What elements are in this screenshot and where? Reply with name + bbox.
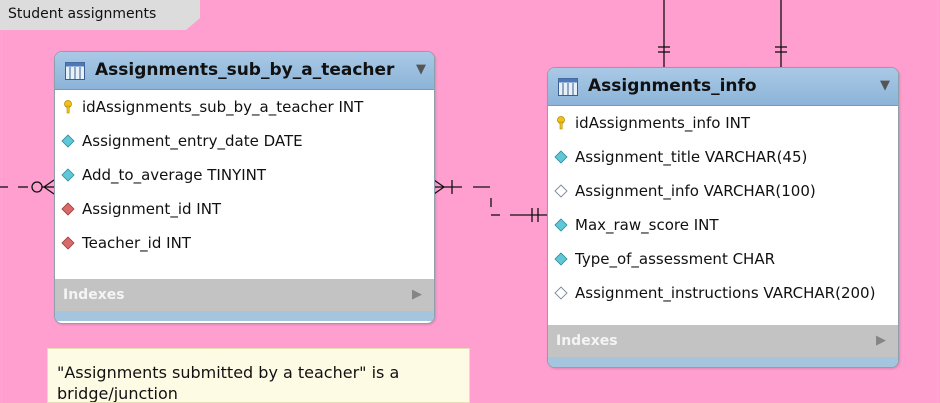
table-assignments-info[interactable]: Assignments_info ▼ idAssignments_info IN…	[547, 67, 899, 368]
column-row[interactable]: Max_raw_score INT	[548, 208, 898, 242]
column-label: Max_raw_score INT	[575, 216, 719, 234]
column-row[interactable]: Assignment_instructions VARCHAR(200)	[548, 276, 898, 310]
collapse-triangle-icon[interactable]: ▼	[880, 78, 890, 93]
column-label: idAssignments_info INT	[575, 114, 751, 132]
column-row[interactable]: Assignment_id INT	[55, 192, 434, 226]
not-null-diamond-icon	[61, 168, 75, 182]
column-label: Type_of_assessment CHAR	[575, 250, 776, 268]
not-null-diamond-icon	[554, 218, 568, 232]
table-name: Assignments_info	[588, 76, 757, 96]
primary-key-icon	[64, 100, 72, 114]
column-row[interactable]: idAssignments_info INT	[548, 106, 898, 140]
column-row[interactable]: Assignment_info VARCHAR(100)	[548, 174, 898, 208]
note-box[interactable]: "Assignments submitted by a teacher" is …	[47, 348, 470, 403]
table-assignments-sub-by-a-teacher[interactable]: Assignments_sub_by_a_teacher ▼ idAssignm…	[54, 51, 435, 324]
column-row[interactable]: Assignment_title VARCHAR(45)	[548, 140, 898, 174]
column-row[interactable]: idAssignments_sub_by_a_teacher INT	[55, 90, 434, 124]
indexes-label: Indexes	[556, 333, 618, 349]
table-icon	[558, 78, 578, 96]
expand-arrow-icon[interactable]: ▶	[876, 333, 886, 348]
foreign-key-diamond-icon	[61, 202, 75, 216]
column-label: Assignment_title VARCHAR(45)	[575, 148, 808, 166]
note-text: "Assignments submitted by a teacher" is …	[57, 363, 400, 403]
crows-foot-marker	[43, 186, 55, 195]
table-icon	[65, 62, 85, 80]
column-label: Assignment_entry_date DATE	[82, 132, 303, 150]
crows-foot-marker	[43, 179, 55, 188]
table-footer	[55, 311, 434, 321]
indexes-section[interactable]: Indexes ▶	[548, 325, 898, 357]
table-footer	[548, 357, 898, 367]
indexes-label: Indexes	[63, 287, 125, 303]
nullable-diamond-icon	[554, 286, 568, 300]
column-row[interactable]: Teacher_id INT	[55, 226, 434, 260]
crows-foot-marker	[433, 186, 445, 195]
column-row[interactable]: Type_of_assessment CHAR	[548, 242, 898, 276]
table-header[interactable]: Assignments_info ▼	[548, 68, 898, 106]
not-null-diamond-icon	[554, 150, 568, 164]
indexes-section[interactable]: Indexes ▶	[55, 279, 434, 311]
column-label: Assignment_instructions VARCHAR(200)	[575, 284, 876, 302]
crows-foot-marker	[433, 179, 445, 188]
table-header[interactable]: Assignments_sub_by_a_teacher ▼	[55, 52, 434, 90]
foreign-key-diamond-icon	[61, 236, 75, 250]
not-null-diamond-icon	[61, 134, 75, 148]
primary-key-icon	[557, 116, 565, 130]
column-row[interactable]: Add_to_average TINYINT	[55, 158, 434, 192]
column-label: Teacher_id INT	[82, 234, 191, 252]
column-label: Assignment_id INT	[82, 200, 222, 218]
column-list: idAssignments_sub_by_a_teacher INT Assig…	[55, 90, 434, 279]
nullable-diamond-icon	[554, 184, 568, 198]
column-row[interactable]: Assignment_entry_date DATE	[55, 124, 434, 158]
table-name: Assignments_sub_by_a_teacher	[95, 60, 395, 80]
zero-optional-marker	[31, 181, 43, 193]
column-label: Assignment_info VARCHAR(100)	[575, 182, 816, 200]
expand-arrow-icon[interactable]: ▶	[412, 287, 422, 302]
not-null-diamond-icon	[554, 252, 568, 266]
collapse-triangle-icon[interactable]: ▼	[416, 62, 426, 77]
column-list: idAssignments_info INT Assignment_title …	[548, 106, 898, 325]
column-label: idAssignments_sub_by_a_teacher INT	[82, 98, 364, 116]
column-label: Add_to_average TINYINT	[82, 166, 267, 184]
